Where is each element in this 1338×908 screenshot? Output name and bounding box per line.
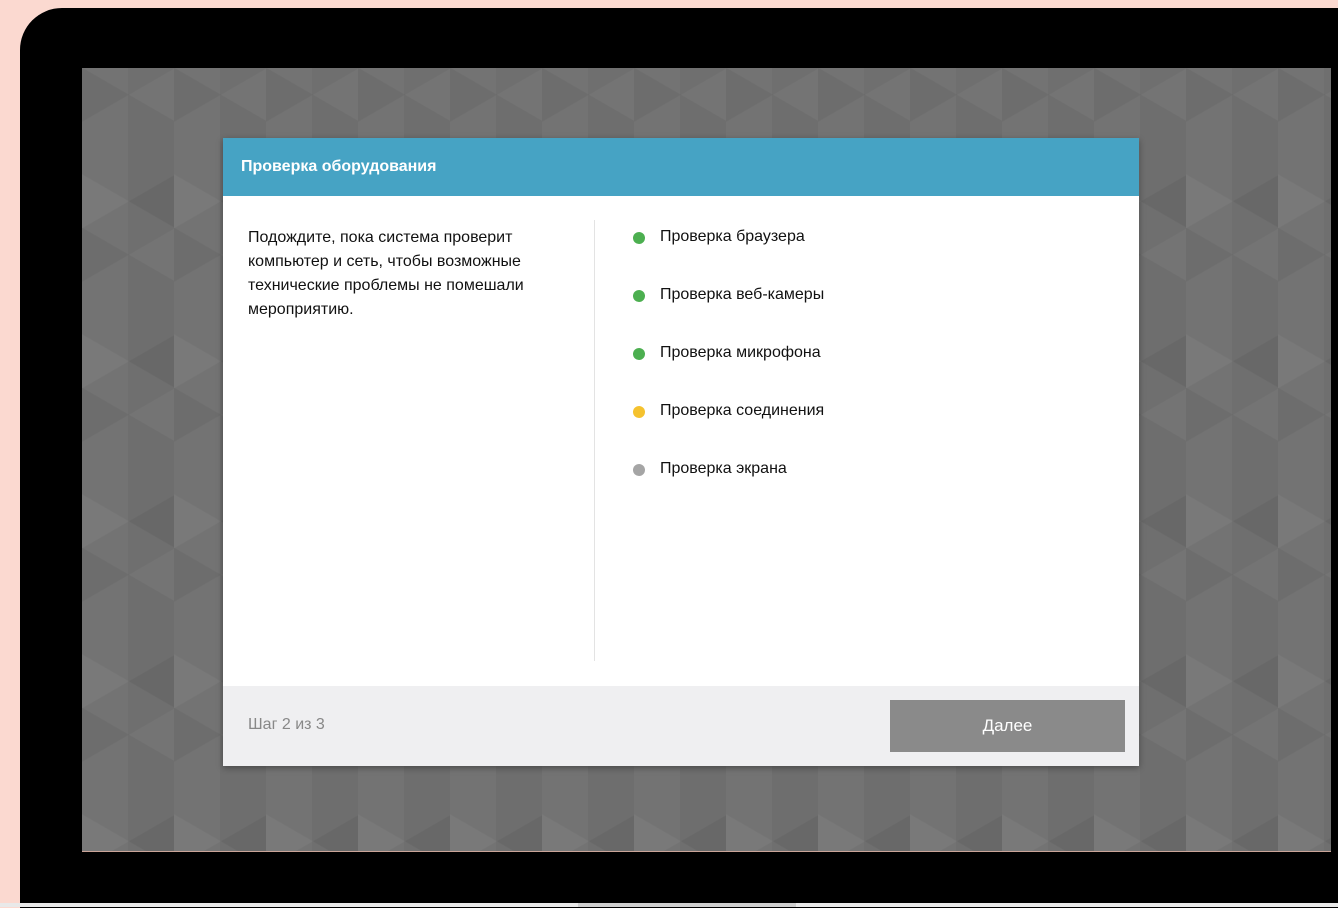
next-button[interactable]: Далее	[890, 700, 1125, 752]
check-label: Проверка микрофона	[660, 344, 821, 361]
status-dot-icon	[633, 348, 645, 360]
status-dot-icon	[633, 290, 645, 302]
check-item-screen: Проверка экрана	[633, 460, 824, 518]
check-label: Проверка веб-камеры	[660, 286, 825, 303]
dialog-title: Проверка оборудования	[223, 138, 1139, 196]
status-dot-icon	[633, 464, 645, 476]
check-label: Проверка браузера	[660, 228, 805, 245]
status-dot-icon	[633, 406, 645, 418]
dialog-footer: Шаг 2 из 3 Далее	[223, 686, 1139, 766]
check-item-microphone: Проверка микрофона	[633, 344, 824, 402]
check-item-connection: Проверка соединения	[633, 402, 824, 460]
status-dot-icon	[633, 232, 645, 244]
check-item-webcam: Проверка веб-камеры	[633, 286, 824, 344]
laptop-base	[0, 903, 1338, 907]
check-item-browser: Проверка браузера	[633, 228, 824, 286]
step-indicator: Шаг 2 из 3	[248, 716, 325, 733]
check-label: Проверка экрана	[660, 460, 787, 477]
check-list: Проверка браузера Проверка веб-камеры Пр…	[633, 228, 824, 518]
dialog-body: Подождите, пока система проверит компьют…	[223, 196, 1139, 686]
dialog-description: Подождите, пока система проверит компьют…	[248, 229, 524, 318]
column-divider	[594, 220, 595, 661]
equipment-check-dialog: Проверка оборудования Подождите, пока си…	[223, 138, 1139, 766]
check-label: Проверка соединения	[660, 402, 825, 419]
laptop-notch	[578, 903, 796, 907]
